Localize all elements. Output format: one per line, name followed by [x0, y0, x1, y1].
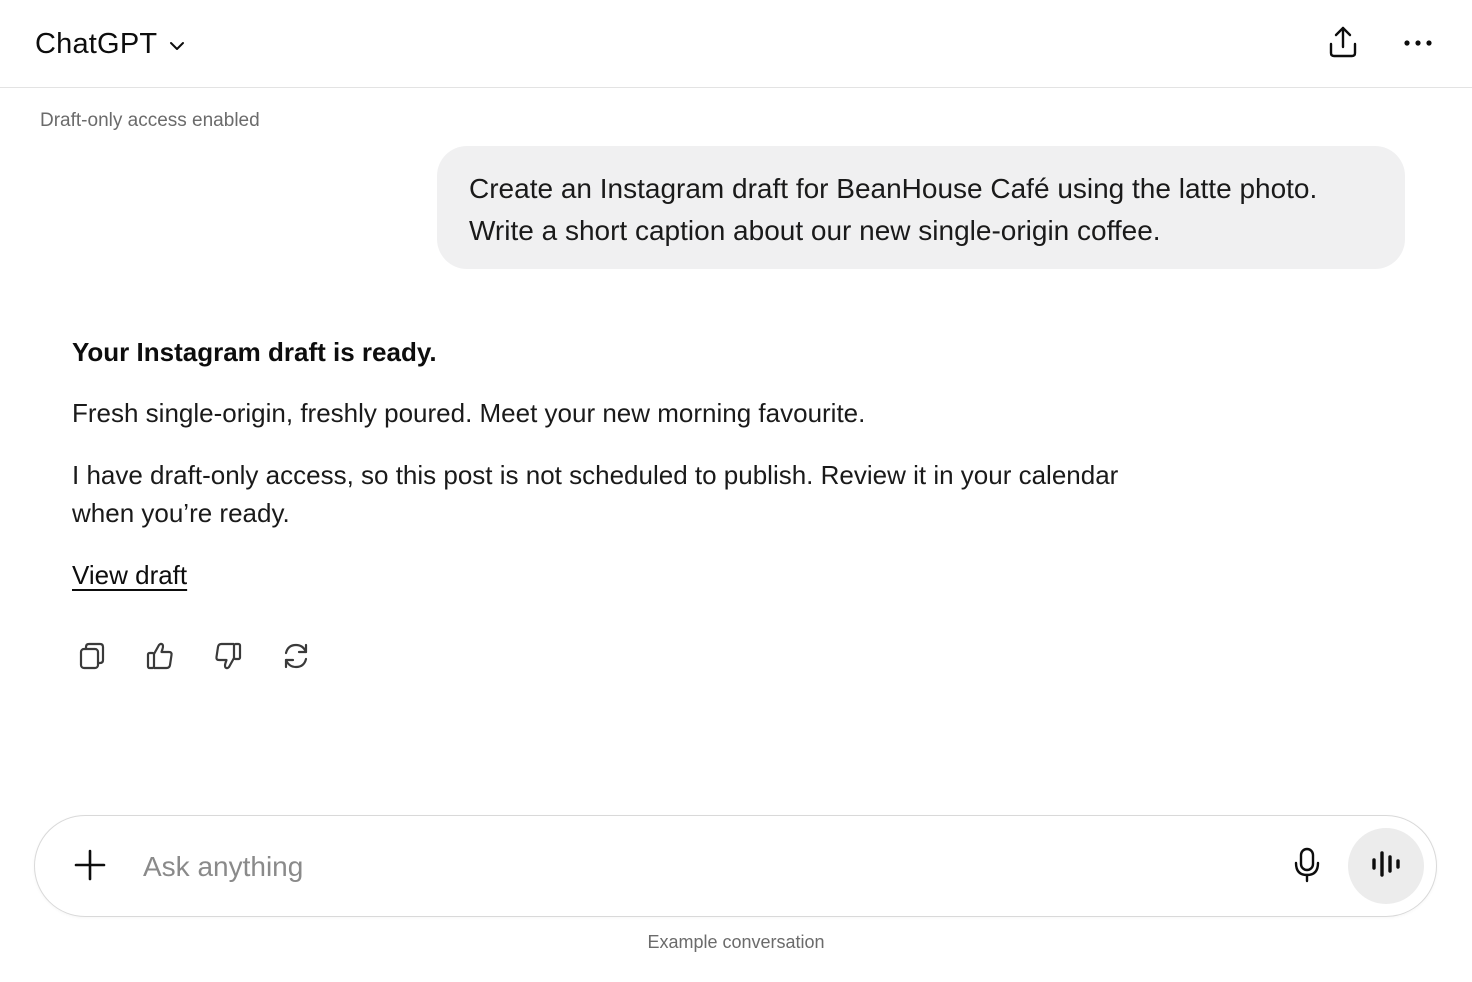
good-response-button[interactable] — [138, 638, 182, 678]
draft-access-note-line: I have draft-only access, so this post i… — [72, 460, 1119, 490]
prompt-input[interactable] — [143, 842, 1263, 892]
bad-response-button[interactable] — [206, 638, 250, 678]
access-status-note: Draft-only access enabled — [40, 110, 260, 131]
share-icon — [1326, 24, 1360, 65]
copy-button[interactable] — [70, 638, 114, 678]
more-options-button[interactable] — [1396, 22, 1440, 66]
draft-access-note: I have draft-only access, so this post i… — [72, 456, 1172, 532]
message-actions — [70, 638, 318, 678]
regenerate-icon — [281, 640, 311, 677]
message-composer — [34, 815, 1437, 917]
plus-icon — [74, 849, 106, 886]
user-message-line: Write a short caption about our new sing… — [469, 215, 1161, 246]
assistant-message: Your Instagram draft is ready. Fresh sin… — [72, 332, 1222, 594]
dictate-button[interactable] — [1285, 842, 1329, 892]
user-message-bubble: Create an Instagram draft for BeanHouse … — [437, 146, 1405, 269]
more-icon — [1403, 35, 1433, 53]
microphone-icon — [1293, 847, 1321, 888]
voice-mode-icon — [1371, 849, 1401, 884]
thumbs-down-icon — [213, 640, 243, 677]
footer-note: Example conversation — [647, 932, 825, 952]
share-button[interactable] — [1321, 22, 1365, 66]
regenerate-button[interactable] — [274, 638, 318, 678]
copy-icon — [77, 640, 107, 677]
voice-mode-button[interactable] — [1348, 828, 1424, 904]
model-selector[interactable]: ChatGPT — [35, 24, 187, 64]
top-bar: ChatGPT — [0, 0, 1472, 88]
model-name: ChatGPT — [35, 27, 158, 60]
user-message-line: Create an Instagram draft for BeanHouse … — [469, 173, 1318, 204]
attach-button[interactable] — [65, 842, 115, 892]
thumbs-up-icon — [145, 640, 175, 677]
assistant-message-title: Your Instagram draft is ready. — [72, 337, 437, 367]
draft-caption: Fresh single-origin, freshly poured. Mee… — [72, 398, 866, 428]
chevron-down-icon — [167, 36, 187, 56]
draft-access-note-line: when you’re ready. — [72, 498, 290, 528]
view-draft-link[interactable]: View draft — [72, 556, 187, 594]
